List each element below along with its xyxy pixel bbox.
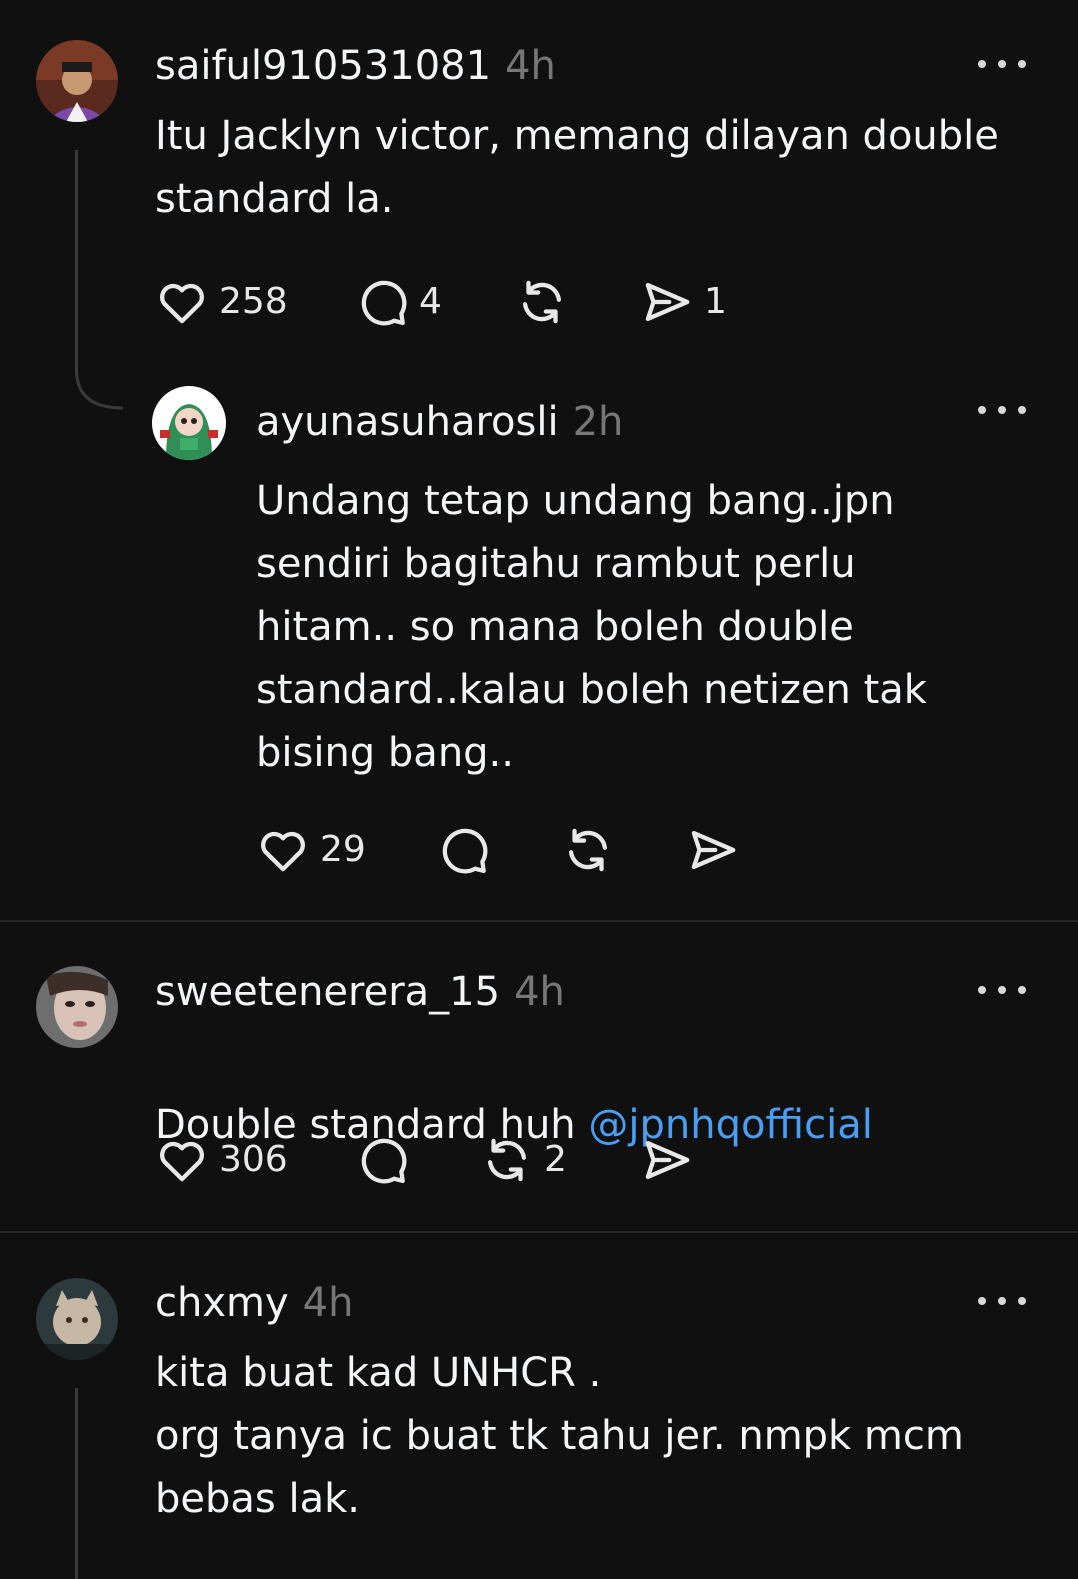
more-dots-icon[interactable] xyxy=(978,980,1026,1000)
username[interactable]: saiful910531081 4h xyxy=(155,42,556,90)
send-icon xyxy=(645,282,690,322)
action-bar: 306 2 xyxy=(155,1132,855,1188)
reply-username[interactable]: ayunasuharosli 2h xyxy=(256,398,623,446)
heart-icon xyxy=(261,831,305,872)
reply-action-bar: 29 xyxy=(256,822,856,878)
username[interactable]: chxmy 4h xyxy=(155,1279,353,1327)
more-dots-icon[interactable] xyxy=(978,54,1026,74)
like-count: 258 xyxy=(219,281,288,322)
divider xyxy=(0,920,1078,922)
share-button[interactable] xyxy=(640,1132,694,1188)
repost-button[interactable] xyxy=(515,274,569,330)
username-text[interactable]: ayunasuharosli xyxy=(256,399,559,445)
post-text: Itu Jacklyn victor, memang dilayan doubl… xyxy=(155,113,999,222)
comment-bubble-icon xyxy=(361,1138,407,1184)
reply-text: Undang tetap undang bang..jpn sendiri ba… xyxy=(256,478,927,776)
share-button[interactable] xyxy=(686,822,740,878)
reply-button[interactable]: 4 xyxy=(355,274,442,330)
repost-button[interactable]: 2 xyxy=(480,1132,567,1188)
more-dots-icon[interactable] xyxy=(978,400,1026,420)
avatar[interactable] xyxy=(36,966,118,1048)
thread-line xyxy=(75,150,78,375)
comment-bubble-icon xyxy=(442,828,488,874)
username-text[interactable]: sweetenerera_15 xyxy=(155,969,500,1015)
avatar[interactable] xyxy=(36,40,118,122)
repost-arrows-icon xyxy=(522,280,562,324)
send-icon xyxy=(645,1140,690,1180)
heart-icon xyxy=(160,1141,204,1182)
more-dots-icon[interactable] xyxy=(978,1291,1026,1311)
action-bar: 258 4 1 xyxy=(155,274,855,330)
avatar[interactable] xyxy=(36,1278,118,1360)
reply-count: 4 xyxy=(419,281,442,322)
repost-arrows-icon xyxy=(568,828,608,872)
post-text: kita buat kad UNHCR . org tanya ic buat … xyxy=(155,1350,964,1522)
username-text[interactable]: saiful910531081 xyxy=(155,43,491,89)
repost-arrows-icon xyxy=(487,1138,527,1182)
like-button[interactable]: 258 xyxy=(155,274,288,330)
like-button[interactable]: 29 xyxy=(256,822,366,878)
timestamp: 2h xyxy=(572,399,624,445)
like-count: 29 xyxy=(320,829,366,870)
heart-icon xyxy=(160,283,204,324)
username[interactable]: sweetenerera_15 4h xyxy=(155,968,565,1016)
repost-count: 2 xyxy=(544,1139,567,1180)
reply-button[interactable] xyxy=(436,822,490,878)
repost-button[interactable] xyxy=(561,822,615,878)
send-icon xyxy=(691,830,736,870)
timestamp: 4h xyxy=(302,1280,354,1326)
like-button[interactable]: 306 xyxy=(155,1132,288,1188)
share-count: 1 xyxy=(704,281,727,322)
comment-bubble-icon xyxy=(361,280,407,326)
thread-line xyxy=(75,1388,78,1579)
share-button[interactable]: 1 xyxy=(640,274,727,330)
divider xyxy=(0,1231,1078,1233)
username-text[interactable]: chxmy xyxy=(155,1280,289,1326)
reply-button[interactable] xyxy=(355,1132,409,1188)
like-count: 306 xyxy=(219,1139,288,1180)
timestamp: 4h xyxy=(505,43,556,89)
timestamp: 4h xyxy=(514,969,565,1015)
thread-curve xyxy=(75,370,124,410)
reply-avatar[interactable] xyxy=(152,386,226,460)
